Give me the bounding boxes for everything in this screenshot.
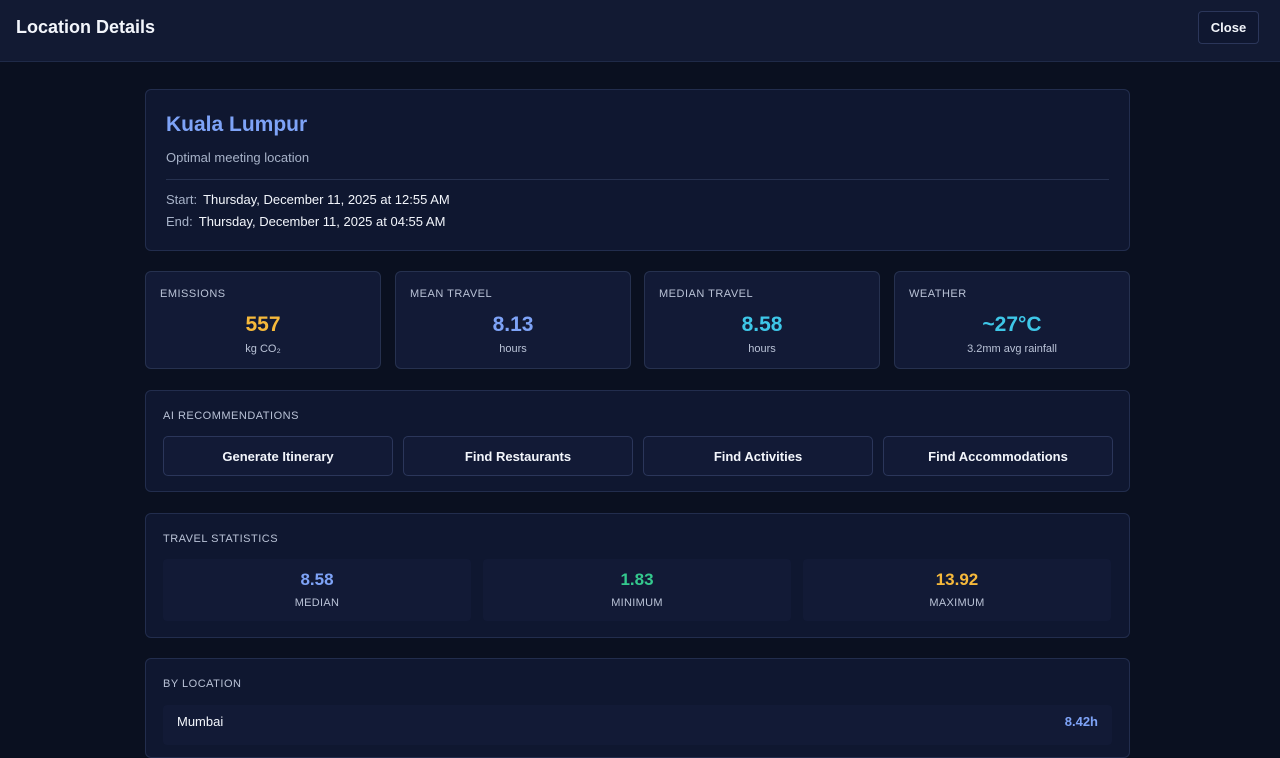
- stat-label: WEATHER: [909, 288, 967, 300]
- start-time-row: Start: Thursday, December 11, 2025 at 12:…: [166, 192, 450, 207]
- stat-unit: 3.2mm avg rainfall: [967, 343, 1057, 355]
- stat-value: ~27°C: [982, 313, 1042, 336]
- travel-stat-label: MEDIAN: [294, 597, 340, 609]
- stat-card-median-travel: MEDIAN TRAVEL 8.58 hours: [644, 271, 880, 369]
- start-value: Thursday, December 11, 2025 at 12:55 AM: [203, 192, 450, 207]
- stat-value: 557: [245, 313, 281, 336]
- end-value: Thursday, December 11, 2025 at 04:55 AM: [198, 214, 446, 229]
- find-activities-button[interactable]: Find Activities: [643, 436, 873, 476]
- stat-value: 8.13: [492, 313, 534, 336]
- start-label: Start:: [166, 192, 198, 207]
- section-label: AI RECOMMENDATIONS: [163, 410, 299, 422]
- end-label: End:: [166, 214, 193, 229]
- location-name: Kuala Lumpur: [166, 113, 308, 136]
- location-summary-card: Kuala Lumpur Optimal meeting location St…: [145, 89, 1130, 251]
- find-restaurants-button[interactable]: Find Restaurants: [403, 436, 633, 476]
- stat-label: MEDIAN TRAVEL: [659, 288, 754, 300]
- travel-stat-maximum: 13.92 MAXIMUM: [803, 559, 1111, 621]
- travel-stat-median: 8.58 MEDIAN: [163, 559, 471, 621]
- stat-card-weather: WEATHER ~27°C 3.2mm avg rainfall: [894, 271, 1130, 369]
- stat-unit: kg CO₂: [245, 343, 281, 355]
- find-accommodations-button[interactable]: Find Accommodations: [883, 436, 1113, 476]
- travel-stat-value: 13.92: [935, 570, 979, 589]
- stat-unit: hours: [748, 343, 776, 355]
- section-label: TRAVEL STATISTICS: [163, 533, 279, 545]
- generate-itinerary-button[interactable]: Generate Itinerary: [163, 436, 393, 476]
- section-label: BY LOCATION: [163, 678, 242, 690]
- travel-stat-label: MAXIMUM: [929, 597, 985, 609]
- stat-value: 8.58: [741, 313, 783, 336]
- stat-card-emissions: EMISSIONS 557 kg CO₂: [145, 271, 381, 369]
- stat-card-mean-travel: MEAN TRAVEL 8.13 hours: [395, 271, 631, 369]
- list-item: Mumbai 8.42h: [163, 705, 1112, 745]
- end-time-row: End: Thursday, December 11, 2025 at 04:55…: [166, 214, 445, 229]
- top-bar: Location Details Close: [0, 0, 1280, 62]
- travel-stat-minimum: 1.83 MINIMUM: [483, 559, 791, 621]
- stat-label: EMISSIONS: [160, 288, 226, 300]
- stat-unit: hours: [499, 343, 527, 355]
- by-location-card: BY LOCATION Mumbai 8.42h: [145, 658, 1130, 758]
- travel-statistics-card: TRAVEL STATISTICS 8.58 MEDIAN 1.83 MINIM…: [145, 513, 1130, 638]
- ai-recommendations-card: AI RECOMMENDATIONS Generate Itinerary Fi…: [145, 390, 1130, 492]
- divider: [166, 179, 1109, 180]
- location-subtitle: Optimal meeting location: [166, 150, 310, 165]
- travel-stat-label: MINIMUM: [611, 597, 663, 609]
- travel-stat-value: 1.83: [620, 570, 654, 589]
- close-button[interactable]: Close: [1198, 11, 1259, 44]
- travel-stat-value: 8.58: [300, 570, 334, 589]
- stat-label: MEAN TRAVEL: [410, 288, 493, 300]
- page-title: Location Details: [16, 17, 156, 37]
